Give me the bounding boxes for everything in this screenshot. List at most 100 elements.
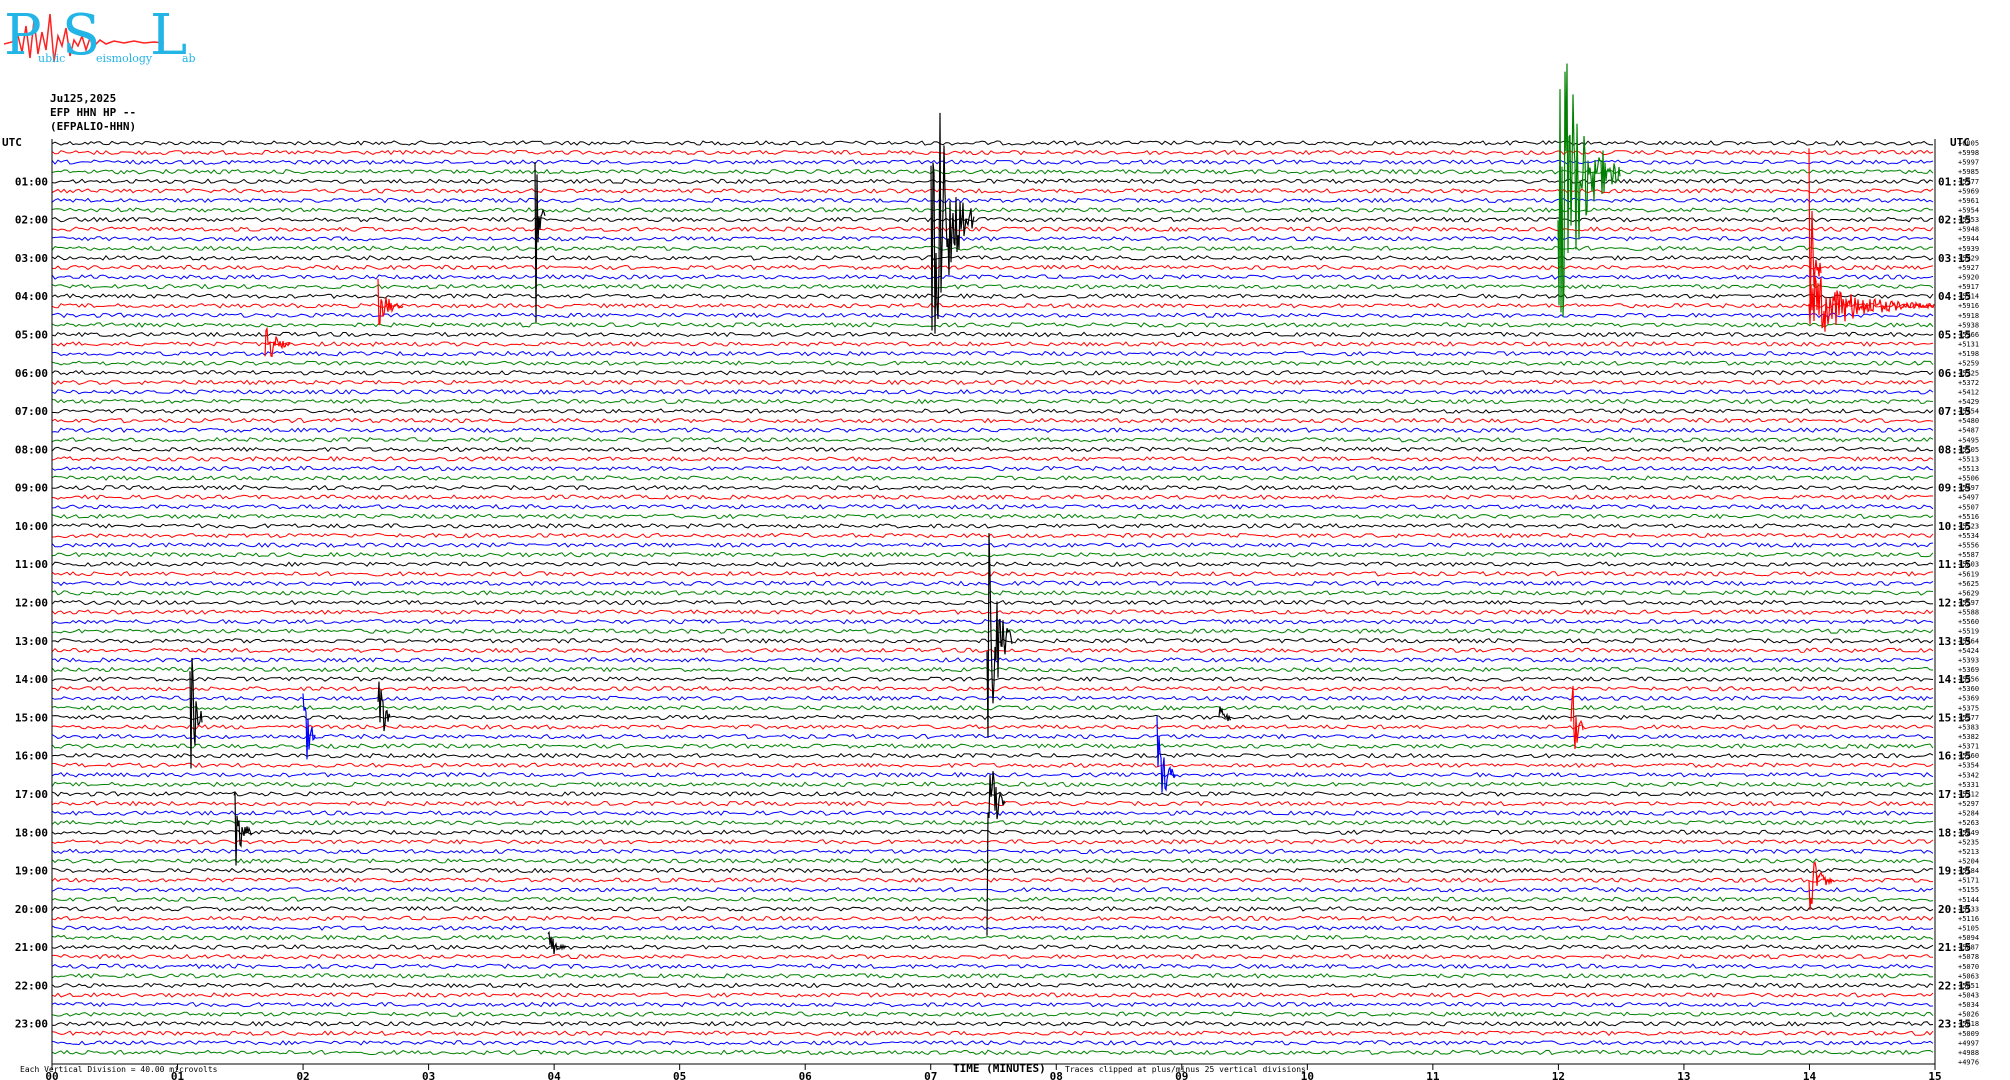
trace-offset-label: +5920 xyxy=(1958,274,1979,282)
trace-offset-label: +5556 xyxy=(1958,542,1979,550)
trace-line xyxy=(51,714,1934,721)
trace-offset-label: +5131 xyxy=(1958,341,1979,349)
trace-line xyxy=(51,963,1934,970)
left-hour-label: 18:00 xyxy=(15,826,48,839)
trace-line xyxy=(51,637,1934,644)
trace-offset-label: +5375 xyxy=(1958,704,1979,712)
trace-offset-label: +5034 xyxy=(1958,1001,1979,1009)
trace-offset-label: +5026 xyxy=(1958,1011,1979,1019)
trace-offset-label: +5249 xyxy=(1958,829,1979,837)
seismic-traces xyxy=(51,140,1934,1056)
trace-line xyxy=(51,369,1934,376)
trace-offset-label: +5507 xyxy=(1958,503,1979,511)
trace-offset-label: +5354 xyxy=(1958,762,1979,770)
trace-offset-label: +5297 xyxy=(1958,800,1979,808)
x-tick-label: 05 xyxy=(673,1070,686,1080)
trace-line xyxy=(51,704,1934,711)
trace-line xyxy=(51,752,1934,759)
trace-offset-label: +5597 xyxy=(1958,599,1979,607)
trace-offset-label: +5184 xyxy=(1958,867,1979,875)
trace-offset-label: +5155 xyxy=(1958,886,1979,894)
trace-line xyxy=(51,896,1934,903)
event-waveform xyxy=(189,657,203,769)
event-waveform xyxy=(930,112,975,334)
trace-offset-label: +5587 xyxy=(1958,551,1979,559)
left-hour-label: 02:00 xyxy=(15,214,48,227)
trace-line xyxy=(51,972,1934,979)
x-tick-label: 08 xyxy=(1050,1070,1063,1080)
trace-line xyxy=(51,590,1934,596)
trace-line xyxy=(51,446,1934,453)
trace-line xyxy=(51,609,1934,615)
trace-offset-label: +5263 xyxy=(1958,819,1979,827)
trace-offset-label: +5284 xyxy=(1958,810,1979,818)
trace-line xyxy=(51,455,1934,462)
trace-line xyxy=(51,867,1934,874)
trace-offset-label: +5506 xyxy=(1958,475,1979,483)
x-tick-label: 11 xyxy=(1426,1070,1440,1080)
event-waveform xyxy=(1557,63,1621,318)
trace-line xyxy=(51,398,1934,405)
left-hour-label: 12:00 xyxy=(15,597,48,610)
x-tick-label: 07 xyxy=(924,1070,937,1080)
trace-offset-label: +5078 xyxy=(1958,953,1979,961)
x-axis-title: TIME (MINUTES) xyxy=(953,1062,1046,1075)
trace-offset-label: +5927 xyxy=(1958,264,1979,272)
trace-offset-label: +5133 xyxy=(1958,905,1979,913)
trace-offset-label: +5929 xyxy=(1958,254,1979,262)
trace-line xyxy=(51,944,1934,950)
trace-line xyxy=(51,168,1934,175)
trace-offset-label: +5464 xyxy=(1958,637,1979,645)
trace-offset-label: +5105 xyxy=(1958,924,1979,932)
trace-line xyxy=(51,915,1934,922)
trace-line xyxy=(51,159,1934,165)
trace-line xyxy=(51,561,1934,568)
event-waveform xyxy=(547,930,567,955)
trace-offset-label: +5198 xyxy=(1958,350,1979,358)
trace-line xyxy=(51,762,1934,769)
trace-offset-label: +5094 xyxy=(1958,934,1979,942)
trace-offset-label: +5977 xyxy=(1958,178,1979,186)
trace-line xyxy=(51,293,1934,300)
left-hour-label: 17:00 xyxy=(15,788,48,801)
trace-offset-label: +5560 xyxy=(1958,618,1979,626)
left-hour-label: 08:00 xyxy=(15,443,48,456)
trace-offset-label: +5235 xyxy=(1958,838,1979,846)
trace-offset-label: +5454 xyxy=(1958,408,1979,416)
trace-line xyxy=(51,523,1934,529)
trace-offset-label: +5377 xyxy=(1958,714,1979,722)
trace-offset-label: +5424 xyxy=(1958,647,1979,655)
trace-offset-label: +5171 xyxy=(1958,877,1979,885)
trace-line xyxy=(51,475,1934,481)
left-hour-label: 05:00 xyxy=(15,328,48,341)
trace-offset-label: +5523 xyxy=(1958,522,1979,530)
left-hour-label: 11:00 xyxy=(15,558,48,571)
x-tick-label: 14 xyxy=(1803,1070,1817,1080)
trace-offset-label: +5966 xyxy=(1958,331,1979,339)
trace-line xyxy=(52,953,1934,960)
trace-line xyxy=(51,1001,1934,1008)
trace-offset-label: +5953 xyxy=(1958,216,1979,224)
trace-line xyxy=(51,810,1934,816)
left-hour-label: 15:00 xyxy=(15,711,48,724)
trace-line xyxy=(51,858,1934,864)
trace-offset-label: +5918 xyxy=(1958,312,1979,320)
trace-offset-label: +5051 xyxy=(1958,982,1979,990)
trace-offset-label: +5144 xyxy=(1958,896,1979,904)
trace-offset-label: +5383 xyxy=(1958,723,1979,731)
trace-offset-label: +5495 xyxy=(1958,436,1979,444)
left-hour-label: 22:00 xyxy=(15,979,48,992)
trace-offset-label: +5371 xyxy=(1958,743,1979,751)
trace-offset-label: +5259 xyxy=(1958,360,1979,368)
trace-line xyxy=(51,599,1934,606)
trace-line xyxy=(51,465,1934,472)
trace-offset-label: +5914 xyxy=(1958,293,1979,301)
trace-line xyxy=(52,408,1934,414)
trace-line xyxy=(51,647,1934,654)
left-hour-label: 10:00 xyxy=(15,520,48,533)
clip-note: Traces clipped at plus/minus 25 vertical… xyxy=(1065,1065,1306,1074)
x-tick-label: 02 xyxy=(296,1070,309,1080)
trace-line xyxy=(51,666,1934,673)
trace-line xyxy=(51,570,1934,577)
trace-line xyxy=(51,925,1934,931)
